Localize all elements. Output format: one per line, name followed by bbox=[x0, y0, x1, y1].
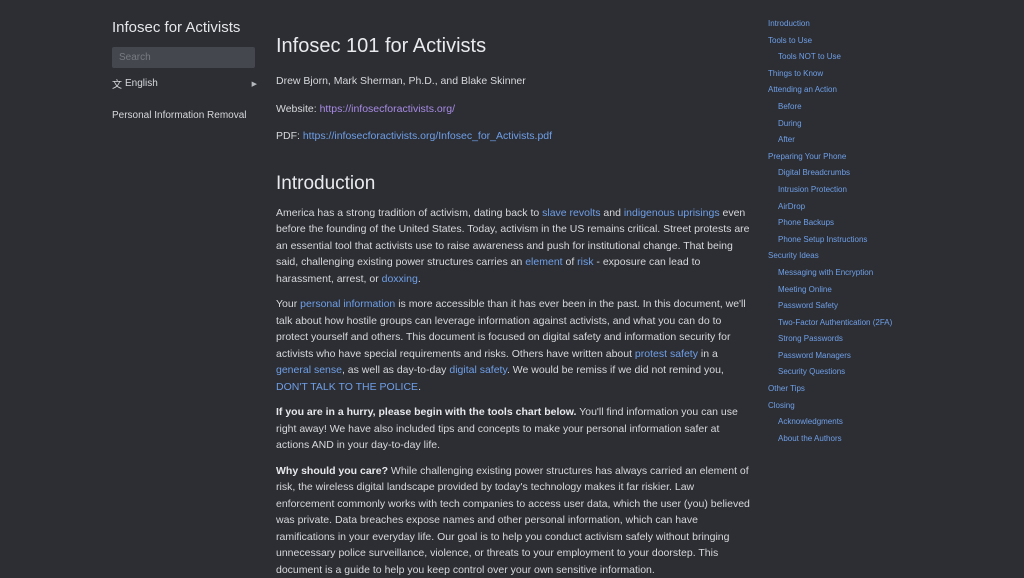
link-slave-revolts[interactable]: slave revolts bbox=[542, 207, 600, 219]
toc-item-password-managers[interactable]: Password Managers bbox=[768, 349, 1008, 366]
link-personal-information[interactable]: personal information bbox=[300, 298, 395, 310]
link-risk[interactable]: risk bbox=[577, 256, 593, 268]
toc-item-digital-breadcrumbs[interactable]: Digital Breadcrumbs bbox=[768, 166, 1008, 183]
pdf-line: PDF: https://infosecforactivists.org/Inf… bbox=[276, 128, 750, 145]
link-doxxing[interactable]: doxxing bbox=[382, 273, 418, 285]
toc-item-things-to-know[interactable]: Things to Know bbox=[768, 67, 1008, 84]
toc-item-phone-setup-instructions[interactable]: Phone Setup Instructions bbox=[768, 233, 1008, 250]
pdf-link[interactable]: https://infosecforactivists.org/Infosec_… bbox=[303, 130, 552, 142]
toc-item-tools-not-to-use[interactable]: Tools NOT to Use bbox=[768, 50, 1008, 67]
language-label: English bbox=[125, 78, 158, 89]
bold-text: Why should you care? bbox=[276, 465, 388, 477]
main-content: Infosec 101 for Activists Drew Bjorn, Ma… bbox=[276, 0, 750, 578]
toc-item-about-the-authors[interactable]: About the Authors bbox=[768, 432, 1008, 449]
toc-item-after[interactable]: After bbox=[768, 133, 1008, 150]
toc-item-acknowledgments[interactable]: Acknowledgments bbox=[768, 415, 1008, 432]
toc-item-meeting-online[interactable]: Meeting Online bbox=[768, 283, 1008, 300]
toc-item-airdrop[interactable]: AirDrop bbox=[768, 200, 1008, 217]
link-protest-safety[interactable]: protest safety bbox=[635, 348, 698, 360]
text: America has a strong tradition of activi… bbox=[276, 207, 542, 219]
text: . bbox=[418, 273, 421, 285]
bold-text: If you are in a hurry, please begin with… bbox=[276, 406, 576, 418]
toc-item-strong-passwords[interactable]: Strong Passwords bbox=[768, 332, 1008, 349]
toc-item-other-tips[interactable]: Other Tips bbox=[768, 382, 1008, 399]
toc-item-phone-backups[interactable]: Phone Backups bbox=[768, 216, 1008, 233]
sidebar-link-personal-information-removal[interactable]: Personal Information Removal bbox=[112, 110, 257, 121]
website-line: Website: https://infosecforactivists.org… bbox=[276, 101, 750, 118]
caret-right-icon: ▶ bbox=[252, 80, 257, 88]
toc-item-before[interactable]: Before bbox=[768, 100, 1008, 117]
site-title[interactable]: Infosec for Activists bbox=[112, 19, 257, 36]
language-selector[interactable]: 文 English ▶ bbox=[112, 76, 257, 91]
toc-item-introduction[interactable]: Introduction bbox=[768, 17, 1008, 34]
text: . We would be remiss if we did not remin… bbox=[507, 364, 724, 376]
translate-icon: 文 bbox=[112, 76, 125, 91]
page-title: Infosec 101 for Activists bbox=[276, 33, 750, 59]
intro-paragraph-2: Your personal information is more access… bbox=[276, 296, 750, 395]
text: While challenging existing power structu… bbox=[276, 465, 750, 576]
search-input[interactable] bbox=[112, 47, 255, 68]
toc-item-security-ideas[interactable]: Security Ideas bbox=[768, 249, 1008, 266]
intro-paragraph-4: Why should you care? While challenging e… bbox=[276, 463, 750, 578]
toc-item-during[interactable]: During bbox=[768, 117, 1008, 134]
pdf-label: PDF: bbox=[276, 130, 300, 142]
toc-item-preparing-your-phone[interactable]: Preparing Your Phone bbox=[768, 150, 1008, 167]
text: and bbox=[600, 207, 623, 219]
text: in a bbox=[698, 348, 718, 360]
link-general-sense[interactable]: general sense bbox=[276, 364, 342, 376]
link-indigenous-uprisings[interactable]: indigenous uprisings bbox=[624, 207, 720, 219]
link-digital-safety[interactable]: digital safety bbox=[449, 364, 507, 376]
website-label: Website: bbox=[276, 103, 317, 115]
section-heading-introduction: Introduction bbox=[276, 171, 750, 197]
toc-item-messaging-with-encryption[interactable]: Messaging with Encryption bbox=[768, 266, 1008, 283]
toc-item-password-safety[interactable]: Password Safety bbox=[768, 299, 1008, 316]
website-link[interactable]: https://infosecforactivists.org/ bbox=[320, 103, 455, 115]
link-element[interactable]: element bbox=[525, 256, 562, 268]
text: , as well as day-to-day bbox=[342, 364, 449, 376]
text: Your bbox=[276, 298, 300, 310]
intro-paragraph-3: If you are in a hurry, please begin with… bbox=[276, 404, 750, 454]
left-sidebar: Infosec for Activists 文 English ▶ Person… bbox=[112, 0, 257, 121]
text: of bbox=[563, 256, 578, 268]
table-of-contents: IntroductionTools to UseTools NOT to Use… bbox=[768, 17, 1008, 448]
toc-item-attending-an-action[interactable]: Attending an Action bbox=[768, 83, 1008, 100]
link-dont-talk-to-the-police[interactable]: DON'T TALK TO THE POLICE bbox=[276, 381, 418, 393]
toc-item-tools-to-use[interactable]: Tools to Use bbox=[768, 34, 1008, 51]
toc-item-closing[interactable]: Closing bbox=[768, 399, 1008, 416]
toc-item-two-factor-authentication-2fa[interactable]: Two-Factor Authentication (2FA) bbox=[768, 316, 1008, 333]
toc-item-security-questions[interactable]: Security Questions bbox=[768, 365, 1008, 382]
text: . bbox=[418, 381, 421, 393]
toc-item-intrusion-protection[interactable]: Intrusion Protection bbox=[768, 183, 1008, 200]
authors: Drew Bjorn, Mark Sherman, Ph.D., and Bla… bbox=[276, 73, 750, 90]
intro-paragraph-1: America has a strong tradition of activi… bbox=[276, 205, 750, 288]
